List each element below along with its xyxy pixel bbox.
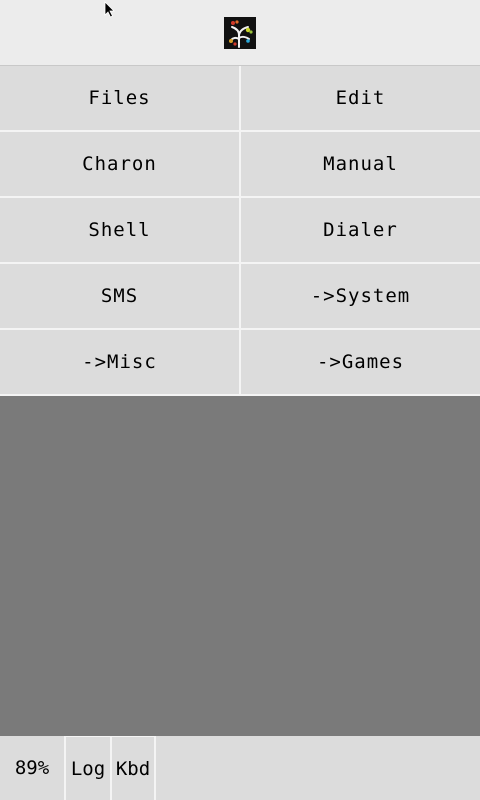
keyboard-button[interactable]: Kbd — [110, 736, 156, 800]
misc-submenu-button[interactable]: ->Misc — [0, 330, 241, 396]
launcher-menu-grid: Files Edit Charon Manual Shell Dialer SM… — [0, 66, 480, 396]
status-bar: 89% Log Kbd — [0, 736, 480, 800]
edit-button[interactable]: Edit — [241, 66, 480, 132]
mouse-pointer-icon — [104, 1, 115, 18]
top-bar — [0, 0, 480, 66]
tree-logo-icon[interactable] — [224, 17, 256, 49]
dialer-button[interactable]: Dialer — [241, 198, 480, 264]
launcher-screen: Files Edit Charon Manual Shell Dialer SM… — [0, 0, 480, 800]
shell-button[interactable]: Shell — [0, 198, 241, 264]
files-button[interactable]: Files — [0, 66, 241, 132]
log-button[interactable]: Log — [64, 736, 110, 800]
games-submenu-button[interactable]: ->Games — [241, 330, 480, 396]
manual-button[interactable]: Manual — [241, 132, 480, 198]
system-submenu-button[interactable]: ->System — [241, 264, 480, 330]
charon-button[interactable]: Charon — [0, 132, 241, 198]
battery-level: 89% — [14, 757, 50, 779]
sms-button[interactable]: SMS — [0, 264, 241, 330]
